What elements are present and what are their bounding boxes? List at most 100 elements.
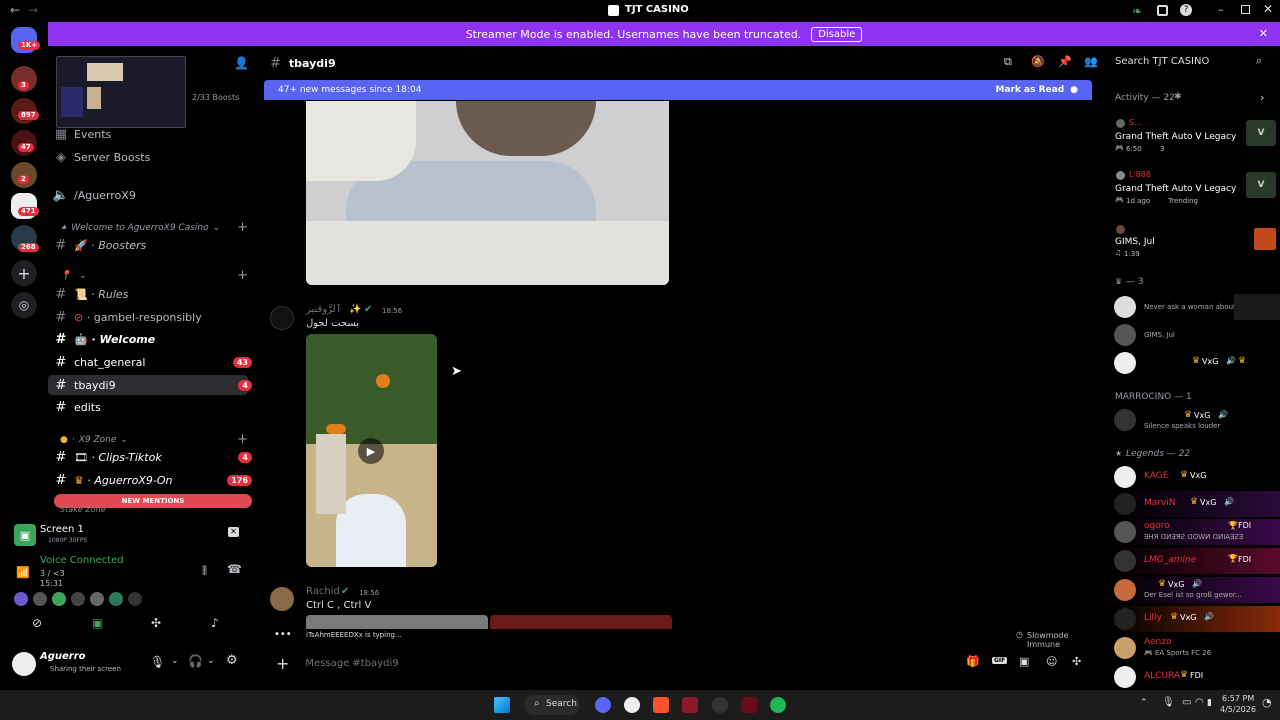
maximize-icon[interactable] <box>1241 5 1250 14</box>
leaf-icon[interactable]: ❧ <box>1132 4 1142 18</box>
minimize-icon[interactable]: – <box>1218 3 1224 16</box>
channel-welcome[interactable]: # 🤖 · Welcome <box>48 329 248 349</box>
member-row[interactable]: ♛ VxG 🔊 Silence speaks louder <box>1114 407 1280 433</box>
category-x9-zone[interactable]: ● · X9 Zone ⌄ + <box>60 432 248 447</box>
author-avatar[interactable] <box>270 587 294 611</box>
sticker-icon[interactable]: ▣ <box>1019 655 1029 668</box>
search-input[interactable]: Search TJT CASINO <box>1115 56 1209 67</box>
forward-arrow-icon[interactable]: → <box>28 3 38 17</box>
tray-mic-icon[interactable]: 🎙 <box>1162 697 1175 708</box>
obs-app-icon[interactable] <box>712 697 728 713</box>
member-row[interactable]: ogoro 🏆 FDI ƎHЯ ᗡИƎЯƧ ᗡOWИ ᗡИIAƎƧƎ <box>1114 519 1280 545</box>
channel-chat-general[interactable]: # chat_general 43 <box>48 352 252 372</box>
disable-button[interactable]: Disable <box>811 26 863 42</box>
user-avatar[interactable] <box>12 652 36 676</box>
avatar[interactable] <box>71 592 85 606</box>
chevron-down-icon[interactable]: ⌄ <box>171 656 179 666</box>
add-server-icon[interactable]: + <box>11 260 37 286</box>
tray-battery-icon[interactable]: ▮ <box>1207 698 1212 708</box>
channel-rules[interactable]: # 📜 · Rules <box>48 284 248 304</box>
back-arrow-icon[interactable]: ← <box>10 3 20 17</box>
chevron-right-icon[interactable]: › <box>1260 91 1264 104</box>
inbox-icon[interactable] <box>1157 5 1168 16</box>
headphones-icon[interactable]: 🎧 <box>188 654 203 668</box>
activity-icon[interactable]: ✣ <box>151 616 161 630</box>
soundboard-icon[interactable]: ♪ <box>211 616 219 630</box>
server-boosts-item[interactable]: ◈ Server Boosts <box>48 147 248 167</box>
new-messages-bar[interactable]: 47+ new messages since 18:04 Mark as Rea… <box>264 80 1092 100</box>
help-icon[interactable]: ? <box>1180 4 1192 16</box>
gif-icon[interactable]: GIF <box>992 657 1008 664</box>
member-row[interactable]: ♛ VxG 🔊 Der Esel ist so groß gewor... <box>1114 577 1280 603</box>
discord-app-icon[interactable] <box>595 697 611 713</box>
github-app-icon[interactable] <box>624 697 640 713</box>
channel-gambel[interactable]: # ⊘ · gambel-responsibly <box>48 307 248 327</box>
member-row[interactable]: ALCURA ♛ FDI <box>1114 664 1280 690</box>
vanity-item[interactable]: 🔈 /AguerroX9 <box>48 185 248 205</box>
microphone-icon[interactable]: 🎙 <box>150 655 165 669</box>
tray-chevron-icon[interactable]: ⌃ <box>1140 698 1148 708</box>
member-row[interactable]: GIMS, Jul <box>1114 322 1280 348</box>
activity-card[interactable]: L'888 Grand Theft Auto V Legacy 🎮 1d ago… <box>1114 168 1280 210</box>
channel-edits[interactable]: # edits <box>48 397 248 417</box>
stop-stream-icon[interactable]: ✕ <box>228 527 239 537</box>
message-image-1[interactable] <box>306 101 669 285</box>
message-video[interactable]: ▶ <box>306 334 437 567</box>
member-row[interactable]: ♛ VxG 🔊 ♛ <box>1114 350 1280 376</box>
category-2[interactable]: 📍 ⌄ + <box>60 268 248 283</box>
member-row[interactable]: Never ask a woman about her ... <box>1114 294 1280 320</box>
message-input[interactable]: Message #tbaydi9 <box>305 658 398 669</box>
member-row[interactable]: LMG_amine 🏆 FDI <box>1114 548 1280 574</box>
settings-gear-icon[interactable]: ⚙ <box>226 653 238 668</box>
search-box[interactable]: Search TJT CASINO ⌕ <box>1110 52 1272 72</box>
channel-clips[interactable]: # 🎞 · Clips-Tiktok 4 <box>48 447 252 467</box>
apps-icon[interactable]: ✣ <box>1072 655 1081 668</box>
gift-icon[interactable]: 🎁 <box>966 655 980 668</box>
message-author[interactable]: Rachid <box>306 586 340 597</box>
play-icon[interactable]: ▶ <box>358 438 384 464</box>
message-composer[interactable]: + Message #tbaydi9 🎁 GIF ▣ ☺ ✣ <box>264 649 1094 677</box>
avatar[interactable] <box>33 592 47 606</box>
member-row[interactable]: Aenzo 🎮 EA Sports FC 26 <box>1114 635 1280 661</box>
category-welcome[interactable]: ⯅ Welcome to AguerroX9 Casino ⌄ + <box>60 220 248 235</box>
close-banner-icon[interactable]: ✕ <box>1259 27 1268 40</box>
avatar[interactable] <box>109 592 123 606</box>
voice-channel[interactable]: 3 / <3 <box>40 569 65 578</box>
voice-status[interactable]: Voice Connected <box>40 555 124 566</box>
capcut-app-icon[interactable] <box>741 697 757 713</box>
mark-as-read-button[interactable]: Mark as Read <box>995 85 1064 95</box>
disconnect-icon[interactable]: ☎ <box>227 562 242 576</box>
add-channel-icon[interactable]: + <box>237 220 248 235</box>
message-author[interactable]: ٱلرَّوقنير <box>306 304 342 315</box>
tray-wifi-icon[interactable]: ◠ <box>1195 697 1204 708</box>
member-list-icon[interactable]: 👥 <box>1084 55 1098 68</box>
avatar[interactable] <box>52 592 66 606</box>
close-window-icon[interactable]: ✕ <box>1263 2 1273 16</box>
taskbar-time[interactable]: 6:57 PM <box>1222 694 1254 703</box>
invite-icon[interactable]: 👤 <box>234 56 249 70</box>
avatar[interactable] <box>128 592 142 606</box>
activity-card[interactable]: GIMS, Jul ♫ 1:39 <box>1114 222 1280 260</box>
screen-share-active-icon[interactable]: ▣ <box>92 616 103 630</box>
tray-network-icon[interactable]: ▭ <box>1182 697 1191 708</box>
taskbar-date[interactable]: 4/5/2026 <box>1220 705 1256 714</box>
avatar[interactable] <box>90 592 104 606</box>
adobe-app-icon[interactable] <box>682 697 698 713</box>
noise-suppression-icon[interactable]: ⫼ <box>202 564 207 578</box>
activity-card[interactable]: S... Grand Theft Auto V Legacy 🎮 6:50 3 … <box>1114 116 1280 158</box>
spotify-app-icon[interactable] <box>770 697 786 713</box>
user-name[interactable]: Aguerro <box>40 651 86 662</box>
channel-boosters[interactable]: # 🚀 · Boosters <box>48 235 248 255</box>
discover-icon[interactable]: ◎ <box>11 292 37 318</box>
member-row[interactable]: KAGE ♛ VxG <box>1114 464 1280 490</box>
emoji-icon[interactable]: ☺ <box>1046 655 1057 668</box>
author-avatar[interactable] <box>270 306 294 330</box>
chevron-down-icon[interactable]: ⌄ <box>207 656 215 666</box>
pin-icon[interactable]: 📌 <box>1058 55 1072 68</box>
add-channel-icon[interactable]: + <box>237 268 248 283</box>
notification-center-icon[interactable]: ◔ <box>1262 696 1272 709</box>
boosts-label[interactable]: 2/33 Boosts <box>192 93 239 102</box>
avatar[interactable] <box>14 592 28 606</box>
windows-start-icon[interactable] <box>494 697 510 713</box>
member-row[interactable]: MarviN ♛ VxG 🔊 <box>1114 491 1280 517</box>
